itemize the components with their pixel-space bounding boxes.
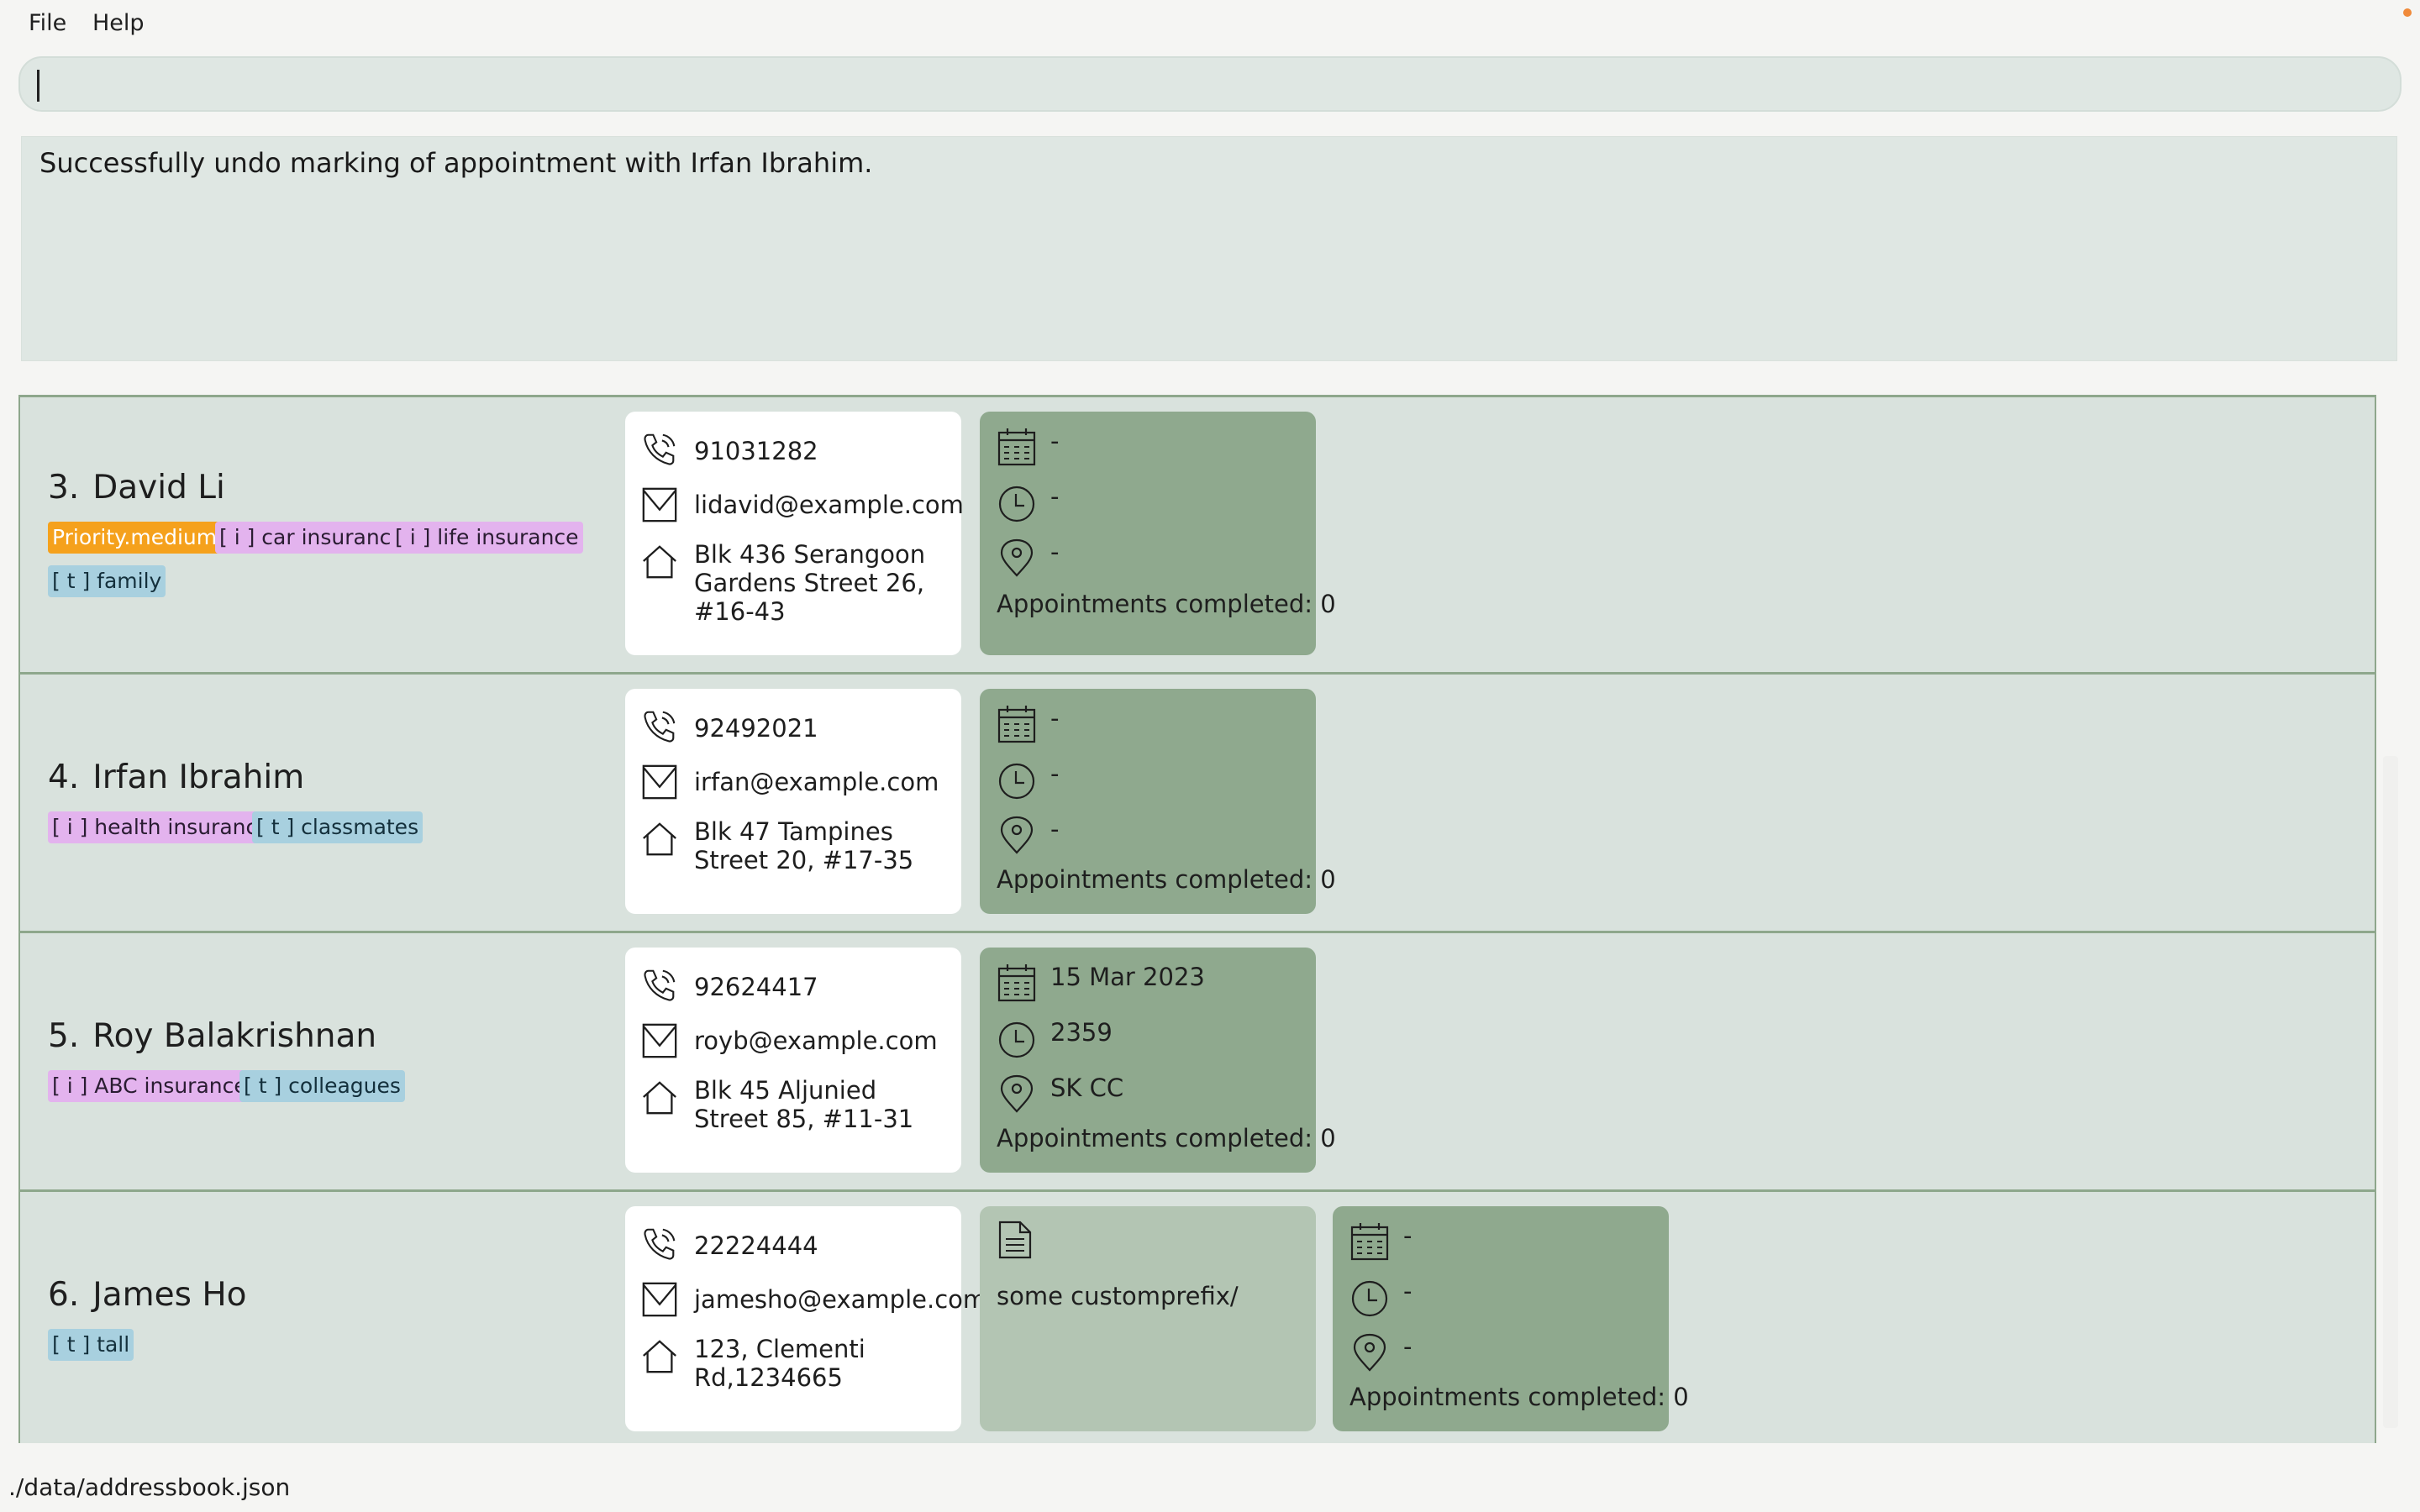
insurance-tag: [ i ] car insurance xyxy=(215,522,408,554)
address-text: Blk 436 Serangoon Gardens Street 26, #16… xyxy=(694,540,926,626)
status-bar-path: ./data/addressbook.json xyxy=(8,1473,291,1501)
calendar-icon xyxy=(997,428,1036,466)
contact-details: 92492021 irfan@example.com Blk 47 Tampin… xyxy=(625,689,961,914)
contact-details: 91031282 lidavid@example.com Blk 436 Ser… xyxy=(625,412,964,655)
appointment-panel: - - - Appointments completed: 0 xyxy=(980,689,1336,914)
appointment-time: - xyxy=(1050,482,1060,511)
person-card[interactable]: 3. David Li Priority.medium [ i ] car ins… xyxy=(20,395,2375,672)
person-index: 3. xyxy=(48,469,80,507)
appointment-panel: - - - Appointments completed: 0 xyxy=(1333,1206,1689,1431)
calendar-icon xyxy=(997,964,1036,1002)
person-index: 4. xyxy=(48,759,80,796)
phone-icon xyxy=(644,711,676,743)
email-text: jamesho@example.com xyxy=(694,1285,987,1314)
person-card[interactable]: 5. Roy Balakrishnan [ i ] ABC insurance [… xyxy=(20,931,2375,1189)
appointments-completed: Appointments completed: 0 xyxy=(997,1124,1336,1152)
phone-text: 92624417 xyxy=(694,973,818,1001)
person-name-text: James Ho xyxy=(92,1276,247,1314)
calendar-icon xyxy=(1350,1223,1389,1261)
note-panel: some customprefix/ xyxy=(980,1206,1316,1431)
appointments-completed: Appointments completed: 0 xyxy=(997,865,1336,894)
category-tag: [ t ] colleagues xyxy=(239,1070,405,1102)
scrollbar-thumb[interactable] xyxy=(2383,756,2398,1428)
location-icon xyxy=(1000,816,1034,854)
insurance-tag: [ i ] life insurance xyxy=(391,522,583,554)
home-icon xyxy=(643,1340,676,1373)
email-text: royb@example.com xyxy=(694,1026,938,1055)
menu-file[interactable]: File xyxy=(29,10,66,36)
clock-icon xyxy=(998,1021,1035,1058)
home-icon xyxy=(643,822,676,856)
insurance-tag: [ i ] health insurance xyxy=(48,811,275,843)
appointment-time: 2359 xyxy=(1050,1018,1113,1047)
calendar-icon xyxy=(997,706,1036,743)
phone-text: 92492021 xyxy=(694,714,818,743)
person-name-text: Irfan Ibrahim xyxy=(92,759,305,796)
person-index: 5. xyxy=(48,1017,80,1055)
appointment-venue: - xyxy=(1403,1332,1413,1361)
person-card[interactable]: 6. James Ho [ t ] tall 22224444 jamesho@e… xyxy=(20,1189,2375,1443)
appointment-date: - xyxy=(1050,704,1060,732)
person-name: 6. James Ho xyxy=(48,1276,247,1314)
phone-icon xyxy=(644,433,676,465)
email-icon xyxy=(642,1282,677,1317)
address-text: Blk 47 Tampines Street 20, #17-35 xyxy=(694,817,914,874)
result-message: Successfully undo marking of appointment… xyxy=(39,147,873,179)
appointment-venue: - xyxy=(1050,538,1060,566)
category-tag: [ t ] family xyxy=(48,565,166,597)
clock-icon xyxy=(998,763,1035,800)
result-display: Successfully undo marking of appointment… xyxy=(21,136,2397,361)
text-caret xyxy=(37,70,39,102)
phone-icon xyxy=(644,1228,676,1260)
contact-details: 22224444 jamesho@example.com 123, Clemen… xyxy=(625,1206,987,1431)
appointment-date: - xyxy=(1403,1221,1413,1250)
person-name: 3. David Li xyxy=(48,469,225,507)
email-icon xyxy=(642,487,677,522)
location-icon xyxy=(1000,538,1034,577)
appointment-date: - xyxy=(1050,427,1060,455)
note-icon xyxy=(998,1221,1032,1259)
address-text: Blk 45 Aljunied Street 85, #11-31 xyxy=(694,1076,914,1133)
category-tag: [ t ] classmates xyxy=(252,811,424,843)
home-icon xyxy=(643,545,676,579)
home-icon xyxy=(643,1081,676,1115)
person-name-text: Roy Balakrishnan xyxy=(92,1017,377,1055)
command-input[interactable] xyxy=(18,56,2402,112)
contact-details: 92624417 royb@example.com Blk 45 Aljunie… xyxy=(625,948,961,1173)
clock-icon xyxy=(998,486,1035,522)
appointment-date: 15 Mar 2023 xyxy=(1050,963,1205,991)
phone-icon xyxy=(644,969,676,1001)
email-icon xyxy=(642,1023,677,1058)
person-index: 6. xyxy=(48,1276,80,1314)
appointment-venue: - xyxy=(1050,815,1060,843)
address-text: 123, Clementi Rd,1234665 xyxy=(694,1335,865,1392)
email-text: lidavid@example.com xyxy=(694,491,964,519)
clock-icon xyxy=(1351,1280,1388,1317)
phone-text: 22224444 xyxy=(694,1231,818,1260)
person-name: 5. Roy Balakrishnan xyxy=(48,1017,376,1055)
email-text: irfan@example.com xyxy=(694,768,939,796)
appointments-completed: Appointments completed: 0 xyxy=(997,590,1336,618)
appointment-panel: - - - Appointments completed: 0 xyxy=(980,412,1336,655)
person-list[interactable]: 3. David Li Priority.medium [ i ] car ins… xyxy=(18,395,2376,1443)
email-icon xyxy=(642,764,677,800)
menu-bar: File Help xyxy=(0,0,2420,49)
priority-tag: Priority.medium xyxy=(48,522,222,554)
person-card[interactable]: 4. Irfan Ibrahim [ i ] health insurance [… xyxy=(20,672,2375,931)
appointment-venue: SK CC xyxy=(1050,1074,1124,1102)
appointment-panel: 15 Mar 2023 2359 SK CC Appointments comp… xyxy=(980,948,1336,1173)
person-name: 4. Irfan Ibrahim xyxy=(48,759,304,796)
window-indicator-dot xyxy=(2403,8,2412,17)
person-name-text: David Li xyxy=(92,469,225,507)
appointments-completed: Appointments completed: 0 xyxy=(1349,1383,1689,1411)
location-icon xyxy=(1000,1074,1034,1113)
appointment-time: - xyxy=(1403,1277,1413,1305)
menu-help[interactable]: Help xyxy=(92,10,145,36)
location-icon xyxy=(1353,1333,1386,1372)
category-tag: [ t ] tall xyxy=(48,1329,134,1361)
insurance-tag: [ i ] ABC insurance xyxy=(48,1070,251,1102)
note-text: some customprefix/ xyxy=(997,1282,1239,1310)
phone-text: 91031282 xyxy=(694,437,818,465)
appointment-time: - xyxy=(1050,759,1060,788)
